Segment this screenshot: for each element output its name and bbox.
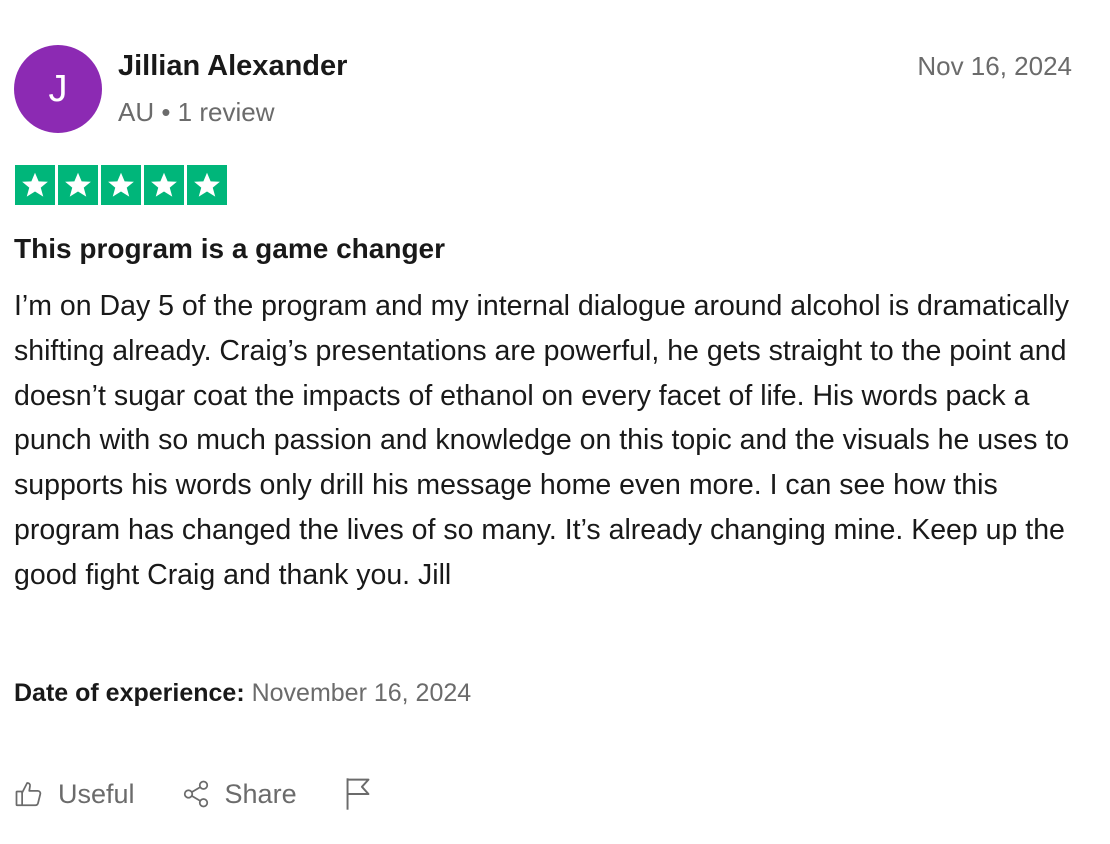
date-of-experience: Date of experience: November 16, 2024 [14,675,471,711]
review-actions: Useful Share [14,772,373,816]
star-rating [15,165,227,205]
useful-label: Useful [58,778,135,809]
star-icon [187,165,227,205]
avatar[interactable]: J [14,45,102,133]
star-icon [101,165,141,205]
share-button[interactable]: Share [181,779,297,810]
report-button[interactable] [343,777,373,811]
share-icon [181,779,211,809]
thumbs-up-icon [14,779,44,809]
flag-icon [343,777,373,811]
review-title[interactable]: This program is a game changer [14,230,445,268]
review-date: Nov 16, 2024 [917,51,1072,81]
reviewer-name[interactable]: Jillian Alexander [118,48,347,84]
reviewer-meta: AU • 1 review [118,97,275,127]
star-icon [15,165,55,205]
share-label: Share [224,778,297,809]
experience-date: November 16, 2024 [251,679,472,707]
useful-button[interactable]: Useful [14,779,135,810]
star-icon [58,165,98,205]
review-body: I’m on Day 5 of the program and my inter… [14,290,1070,591]
experience-label: Date of experience: [14,679,245,707]
avatar-initial: J [48,67,68,110]
review-card: J Jillian Alexander AU • 1 review Nov 16… [0,0,1110,844]
star-icon [144,165,184,205]
